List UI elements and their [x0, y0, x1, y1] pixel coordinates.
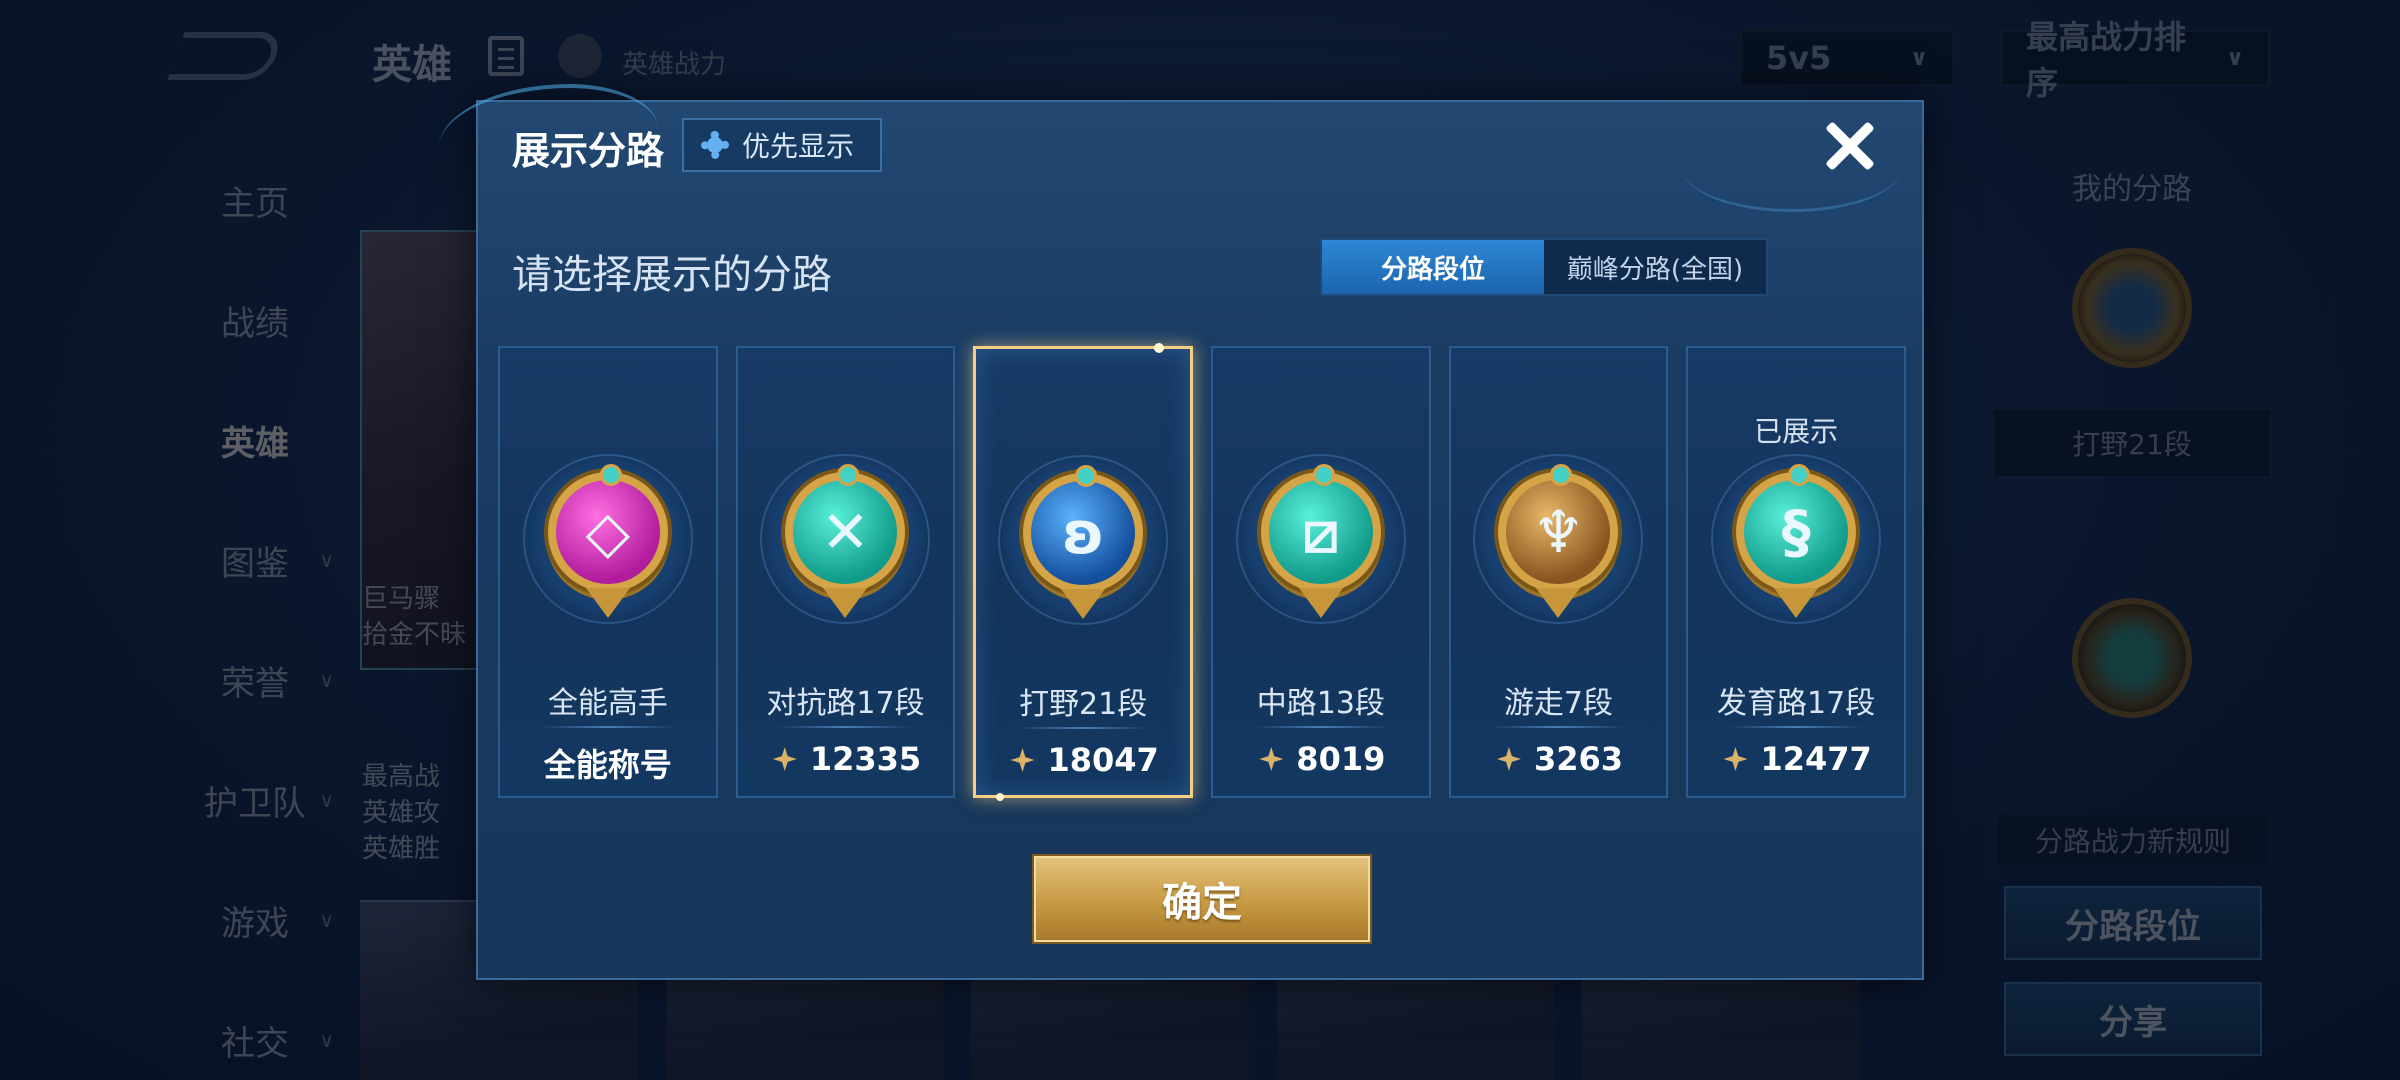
gear-icon [698, 128, 732, 162]
power-icon [1256, 744, 1286, 774]
lane-card-farm[interactable]: 已展示 § 发育路17段 12477 [1686, 346, 1906, 798]
lane-score-value: 18047 [1047, 741, 1159, 779]
lane-score: 8019 [1213, 740, 1429, 778]
lane-card-jungle[interactable]: ʚ 打野21段 18047 [973, 343, 1193, 801]
lane-card-clash[interactable]: ✕ 对抗路17段 12335 [735, 346, 956, 798]
close-button[interactable] [1818, 114, 1882, 178]
priority-display-button[interactable]: 优先显示 [682, 118, 882, 172]
tab-lane-rank[interactable]: 分路段位 [1322, 240, 1544, 294]
lane-card-list: ◇ 全能高手 全能称号 ✕ 对抗路17段 12335 ʚ 打野21段 18047… [498, 343, 1906, 801]
power-icon [770, 744, 800, 774]
card-divider [1253, 726, 1389, 728]
lane-card-mid[interactable]: ⧄ 中路13段 8019 [1211, 346, 1431, 798]
lane-score-value: 3263 [1533, 740, 1624, 778]
jungle-badge-icon: ʚ [1023, 465, 1144, 619]
power-icon [1720, 744, 1750, 774]
lane-score-value: 12335 [809, 740, 922, 778]
lane-label: 打野21段 [1019, 687, 1148, 722]
tab-peak-lane[interactable]: 巅峰分路(全国) [1544, 240, 1766, 294]
dialog-header: 展示分路 优先显示 [438, 84, 1922, 212]
priority-display-label: 优先显示 [742, 130, 855, 163]
confirm-button[interactable]: 确定 [1034, 856, 1370, 942]
lane-card-roam[interactable]: ♆ 游走7段 3263 [1448, 346, 1669, 798]
clash-lane-badge-icon: ✕ [785, 464, 906, 618]
lane-card-allround[interactable]: ◇ 全能高手 全能称号 [498, 346, 718, 798]
lane-score-value: 12477 [1760, 740, 1872, 778]
mid-lane-badge-icon: ⧄ [1260, 464, 1381, 618]
lane-score: 全能称号 [500, 740, 716, 786]
allround-badge-icon: ◇ [547, 464, 668, 618]
lane-score: 12335 [738, 740, 954, 778]
power-icon [1007, 745, 1037, 775]
card-divider [540, 726, 676, 728]
lane-score: 18047 [976, 741, 1190, 779]
lane-score: 3263 [1451, 740, 1667, 778]
show-lane-dialog: 展示分路 优先显示 请选择展示的分路 分路段位 巅峰分路(全国) ◇ 全能高手 … [438, 84, 1924, 980]
lane-label: 发育路17段 [1717, 686, 1876, 721]
close-icon [1818, 114, 1882, 178]
card-divider [1728, 726, 1864, 728]
dialog-title: 展示分路 [512, 129, 665, 173]
lane-score-value: 8019 [1296, 740, 1386, 778]
roam-badge-icon: ♆ [1498, 464, 1619, 618]
dialog-subtitle: 请选择展示的分路 [512, 252, 832, 298]
lane-label: 游走7段 [1503, 686, 1614, 721]
lane-score: 12477 [1688, 740, 1904, 778]
card-divider [777, 726, 914, 728]
lane-label: 对抗路17段 [766, 686, 925, 721]
card-divider [1016, 727, 1150, 729]
lane-label: 中路13段 [1256, 686, 1385, 721]
lane-label: 全能高手 [547, 686, 668, 721]
power-icon [1494, 744, 1524, 774]
card-divider [1490, 726, 1627, 728]
farm-lane-badge-icon: § [1736, 464, 1857, 618]
shown-tag: 已展示 [1754, 415, 1839, 448]
rank-type-tabs: 分路段位 巅峰分路(全国) [1320, 238, 1768, 296]
lane-score-value: 全能称号 [543, 746, 672, 784]
